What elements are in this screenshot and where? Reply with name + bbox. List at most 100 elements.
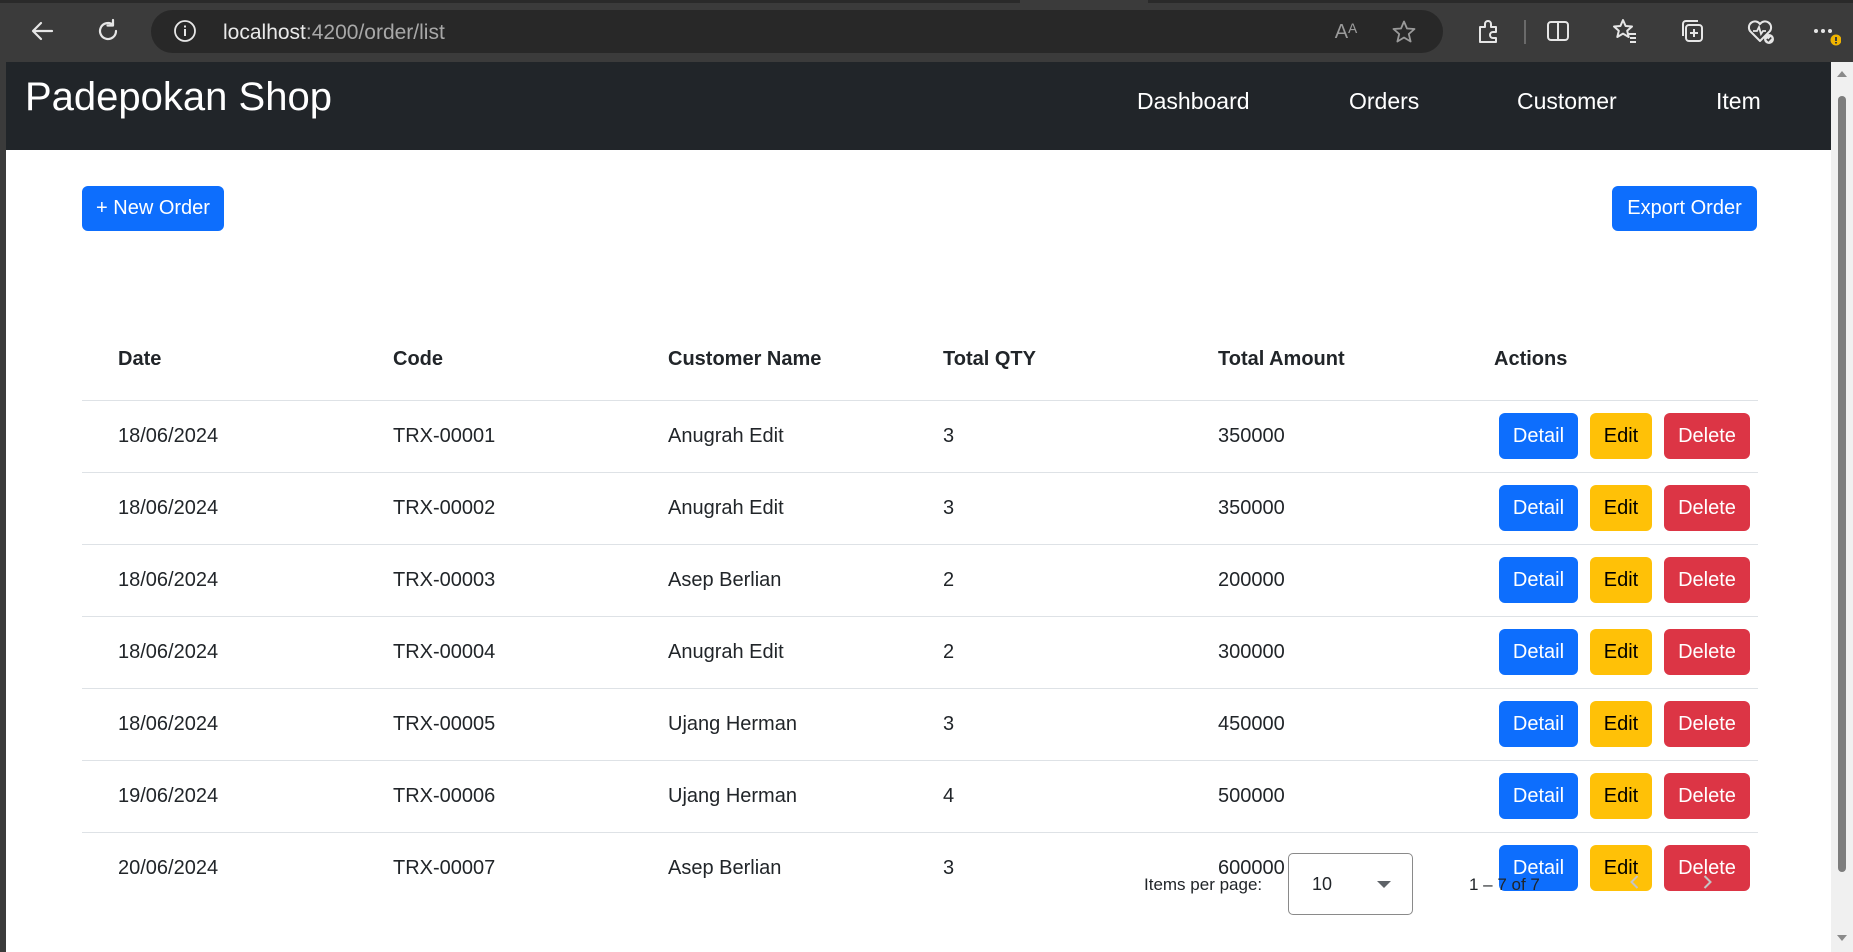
nav-link-dashboard[interactable]: Dashboard	[1137, 88, 1250, 115]
cell-customer-name: Ujang Herman	[668, 713, 797, 735]
table-row: 18/06/2024 TRX-00002 Anugrah Edit 3 350000 De…	[82, 473, 1758, 545]
cell-code: TRX-00006	[393, 785, 496, 807]
edit-button[interactable]: Edit	[1590, 557, 1652, 603]
chevron-down-icon	[1377, 881, 1391, 888]
edit-button[interactable]: Edit	[1590, 773, 1652, 819]
edit-button[interactable]: Edit	[1590, 629, 1652, 675]
column-header-total-amount: Total Amount	[1218, 348, 1345, 370]
cell-code: TRX-00003	[393, 569, 496, 591]
split-screen-icon[interactable]	[1540, 13, 1576, 49]
delete-button[interactable]: Delete	[1664, 413, 1750, 459]
refresh-icon[interactable]	[90, 13, 126, 49]
browser-toolbar: localhost:4200/order/list Aᴬ	[0, 0, 1853, 62]
navbar: Padepokan Shop Dashboard Orders Customer…	[6, 62, 1831, 150]
more-icon[interactable]	[1808, 13, 1844, 49]
table-row: 18/06/2024 TRX-00003 Asep Berlian 2 200000 De…	[82, 545, 1758, 617]
read-aloud-icon[interactable]: Aᴬ	[1333, 19, 1359, 45]
brand-title[interactable]: Padepokan Shop	[25, 75, 332, 120]
cell-code: TRX-00004	[393, 641, 496, 663]
column-header-actions: Actions	[1494, 348, 1568, 370]
page-viewport: Padepokan Shop Dashboard Orders Customer…	[6, 62, 1831, 952]
cell-date: 18/06/2024	[118, 641, 219, 663]
favorite-star-icon[interactable]	[1391, 19, 1417, 45]
delete-button[interactable]: Delete	[1664, 629, 1750, 675]
scrollbar-thumb[interactable]	[1838, 96, 1846, 872]
cell-customer-name: Asep Berlian	[668, 857, 782, 879]
cell-total-amount: 350000	[1218, 425, 1285, 447]
extensions-icon[interactable]	[1470, 13, 1506, 49]
scroll-down-icon[interactable]	[1836, 932, 1848, 944]
cell-total-qty: 4	[943, 785, 955, 807]
cell-total-amount: 500000	[1218, 785, 1285, 807]
toolbar-separator	[1524, 20, 1526, 44]
cell-total-qty: 3	[943, 713, 955, 735]
cell-customer-name: Anugrah Edit	[668, 425, 784, 447]
site-info-icon[interactable]	[173, 19, 197, 43]
items-per-page-select[interactable]: 10	[1288, 853, 1413, 915]
url-path: :4200/order/list	[305, 21, 445, 44]
cell-customer-name: Anugrah Edit	[668, 641, 784, 663]
tab-strip-segment	[0, 0, 1020, 3]
detail-button[interactable]: Detail	[1499, 413, 1578, 459]
edit-button[interactable]: Edit	[1590, 413, 1652, 459]
url-text[interactable]: localhost:4200/order/list	[223, 21, 445, 45]
delete-button[interactable]: Delete	[1664, 485, 1750, 531]
detail-button[interactable]: Detail	[1499, 485, 1578, 531]
collections-icon[interactable]	[1674, 13, 1710, 49]
previous-page-icon[interactable]	[1618, 865, 1652, 899]
cell-date: 18/06/2024	[118, 497, 219, 519]
cell-total-qty: 3	[943, 497, 955, 519]
cell-total-amount: 300000	[1218, 641, 1285, 663]
cell-total-qty: 3	[943, 857, 955, 879]
column-header-customer-name: Customer Name	[668, 348, 822, 370]
browser-essentials-icon[interactable]	[1742, 13, 1778, 49]
delete-button[interactable]: Delete	[1664, 773, 1750, 819]
edit-button[interactable]: Edit	[1590, 701, 1652, 747]
next-page-icon[interactable]	[1690, 865, 1724, 899]
cell-total-amount: 350000	[1218, 497, 1285, 519]
page-range-label: 1 – 7 of 7	[1469, 875, 1540, 894]
url-host: localhost	[223, 21, 306, 44]
detail-button[interactable]: Detail	[1499, 701, 1578, 747]
cell-date: 18/06/2024	[118, 713, 219, 735]
tab-strip-edge	[0, 0, 1853, 3]
cell-date: 18/06/2024	[118, 569, 219, 591]
cell-date: 19/06/2024	[118, 785, 219, 807]
table-row: 19/06/2024 TRX-00006 Ujang Herman 4 500000 De…	[82, 761, 1758, 833]
cell-total-qty: 3	[943, 425, 955, 447]
table-row: 18/06/2024 TRX-00004 Anugrah Edit 2 300000 De…	[82, 617, 1758, 689]
cell-total-amount: 200000	[1218, 569, 1285, 591]
favorites-icon[interactable]	[1607, 13, 1643, 49]
table-row: 18/06/2024 TRX-00001 Anugrah Edit 3 350000 De…	[82, 401, 1758, 473]
column-header-code: Code	[393, 348, 443, 370]
detail-button[interactable]: Detail	[1499, 557, 1578, 603]
cell-code: TRX-00001	[393, 425, 496, 447]
detail-button[interactable]: Detail	[1499, 773, 1578, 819]
nav-link-item[interactable]: Item	[1716, 88, 1761, 115]
back-icon[interactable]	[24, 13, 60, 49]
cell-code: TRX-00005	[393, 713, 496, 735]
nav-link-orders[interactable]: Orders	[1349, 88, 1419, 115]
detail-button[interactable]: Detail	[1499, 629, 1578, 675]
export-order-button[interactable]: Export Order	[1612, 186, 1757, 231]
nav-link-customer[interactable]: Customer	[1517, 88, 1617, 115]
cell-total-qty: 2	[943, 569, 955, 591]
delete-button[interactable]: Delete	[1664, 557, 1750, 603]
table-row: 18/06/2024 TRX-00005 Ujang Herman 3 450000 De…	[82, 689, 1758, 761]
page-scrollbar[interactable]	[1831, 62, 1853, 952]
read-aloud-glyph: Aᴬ	[1334, 20, 1358, 43]
scroll-up-icon[interactable]	[1836, 68, 1848, 80]
edit-button[interactable]: Edit	[1590, 485, 1652, 531]
page-size-value: 10	[1312, 874, 1333, 894]
items-per-page-label: Items per page:	[1144, 875, 1263, 894]
cell-date: 18/06/2024	[118, 425, 219, 447]
cell-customer-name: Ujang Herman	[668, 785, 797, 807]
cell-customer-name: Anugrah Edit	[668, 497, 784, 519]
column-header-date: Date	[118, 348, 162, 370]
tab-strip-segment	[1148, 0, 1853, 3]
delete-button[interactable]: Delete	[1664, 701, 1750, 747]
cell-date: 20/06/2024	[118, 857, 219, 879]
new-order-button[interactable]: + New Order	[82, 186, 224, 231]
address-bar[interactable]: localhost:4200/order/list Aᴬ	[151, 10, 1443, 53]
cell-code: TRX-00002	[393, 497, 496, 519]
